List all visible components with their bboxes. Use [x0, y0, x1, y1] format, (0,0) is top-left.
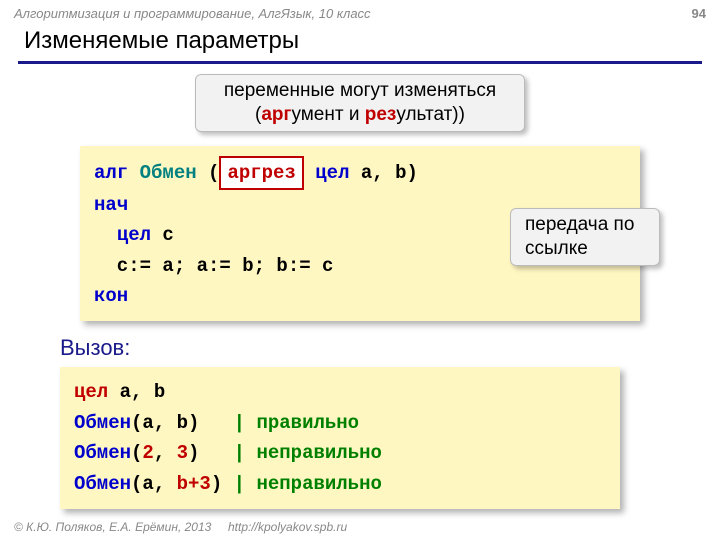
- code-call-3: Обмен(a, b+3) | неправильно: [74, 469, 606, 499]
- code-call-decl: цел a, b: [74, 377, 606, 407]
- callout-line2: (аргумент и результат)): [210, 103, 510, 127]
- callout-by-reference: передача по ссылке: [510, 208, 660, 266]
- page-title: Изменяемые параметры: [0, 23, 720, 61]
- code-calls: цел a, b Обмен(a, b) | правильно Обмен(2…: [60, 367, 620, 509]
- callout-variables-change: переменные могут изменяться (аргумент и …: [195, 74, 525, 132]
- footer-url: http://kpolyakov.spb.ru: [228, 520, 347, 534]
- callout-line1: переменные могут изменяться: [210, 79, 510, 103]
- code-call-1: Обмен(a, b) | правильно: [74, 408, 606, 438]
- code-line-header: алг Обмен (аргрез цел a, b): [94, 156, 626, 190]
- footer: © К.Ю. Поляков, Е.А. Ерёмин, 2013 http:/…: [14, 520, 347, 534]
- argres-box: аргрез: [219, 156, 303, 190]
- code-call-2: Обмен(2, 3) | неправильно: [74, 438, 606, 468]
- header-bar: Алгоритмизация и программирование, АлгЯз…: [0, 0, 720, 23]
- page-number: 94: [692, 6, 706, 21]
- title-rule: [18, 61, 702, 64]
- code-end: кон: [94, 281, 626, 311]
- footer-copy: © К.Ю. Поляков, Е.А. Ерёмин, 2013: [14, 520, 211, 534]
- course-label: Алгоритмизация и программирование, АлгЯз…: [14, 6, 371, 21]
- call-label: Вызов:: [60, 335, 720, 361]
